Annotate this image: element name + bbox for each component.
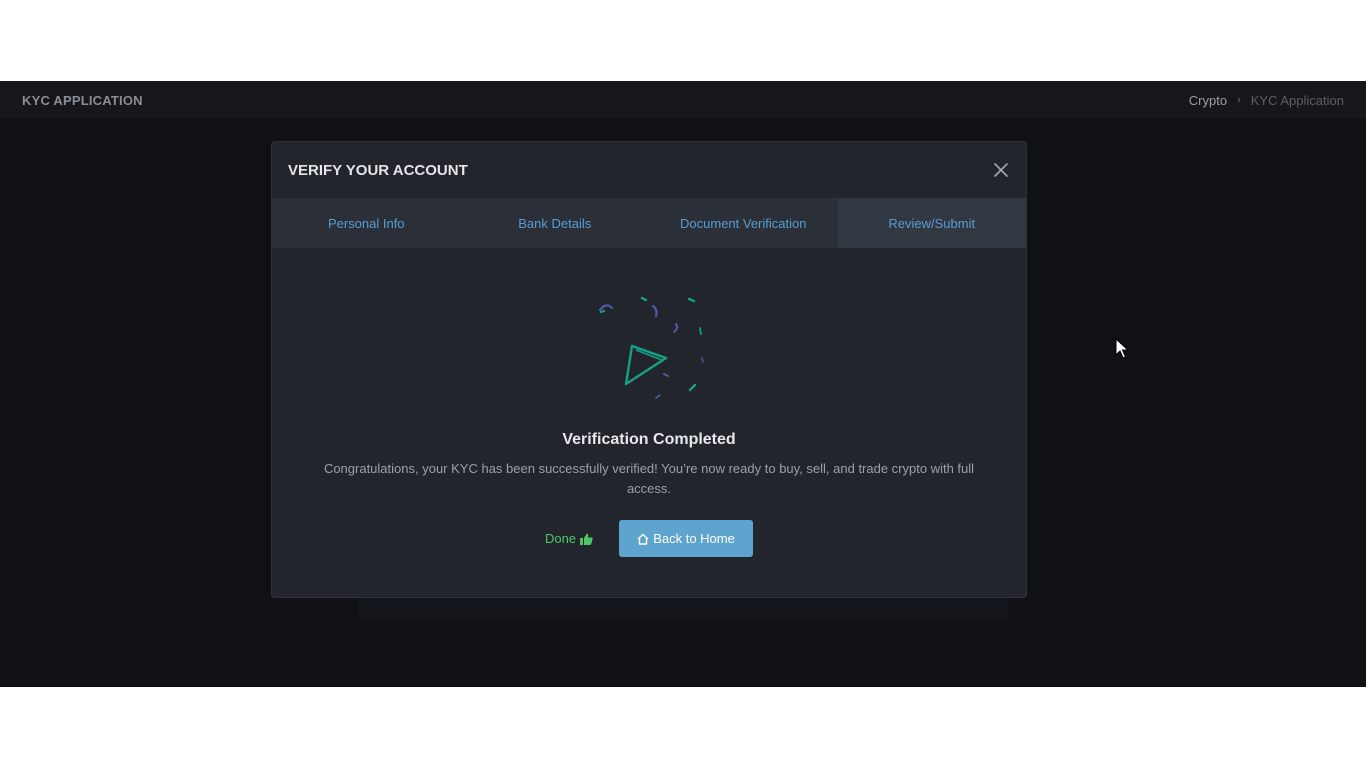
- breadcrumb-current: KYC Application: [1250, 92, 1344, 108]
- step-tabs: Personal Info Bank Details Document Veri…: [272, 198, 1026, 248]
- status-title: Verification Completed: [562, 431, 736, 448]
- modal-title: VERIFY YOUR ACCOUNT: [288, 161, 468, 179]
- page-title: KYC APPLICATION: [22, 92, 143, 108]
- app-shell: KYC APPLICATION Crypto › KYC Application…: [0, 81, 1366, 687]
- mouse-cursor-icon: [1115, 338, 1129, 359]
- done-button[interactable]: Done: [545, 531, 593, 546]
- modal-body: Verification Completed Congratulations, …: [272, 248, 1026, 597]
- action-row: Done Back to Home: [272, 520, 1026, 557]
- top-bar: KYC APPLICATION Crypto › KYC Application: [0, 81, 1366, 119]
- tab-personal-info[interactable]: Personal Info: [272, 198, 461, 248]
- close-icon[interactable]: [990, 159, 1012, 181]
- breadcrumb: Crypto › KYC Application: [1189, 93, 1344, 108]
- back-to-home-button[interactable]: Back to Home: [619, 520, 754, 557]
- tab-document-verification[interactable]: Document Verification: [649, 198, 838, 248]
- tab-review-submit[interactable]: Review/Submit: [837, 198, 1026, 248]
- breadcrumb-link-crypto[interactable]: Crypto: [1189, 93, 1227, 108]
- home-icon: [637, 533, 649, 545]
- done-button-label: Done: [544, 531, 577, 546]
- status-message: Congratulations, your KYC has been succe…: [323, 461, 975, 496]
- thumbs-up-icon: [580, 533, 593, 545]
- back-to-home-label: Back to Home: [653, 531, 735, 546]
- tab-bank-details[interactable]: Bank Details: [461, 198, 650, 248]
- chevron-right-icon: ›: [1237, 94, 1241, 106]
- modal-header: VERIFY YOUR ACCOUNT: [272, 142, 1026, 198]
- confetti-icon: [598, 296, 704, 399]
- verify-account-modal: VERIFY YOUR ACCOUNT Personal Info Bank D…: [271, 141, 1027, 598]
